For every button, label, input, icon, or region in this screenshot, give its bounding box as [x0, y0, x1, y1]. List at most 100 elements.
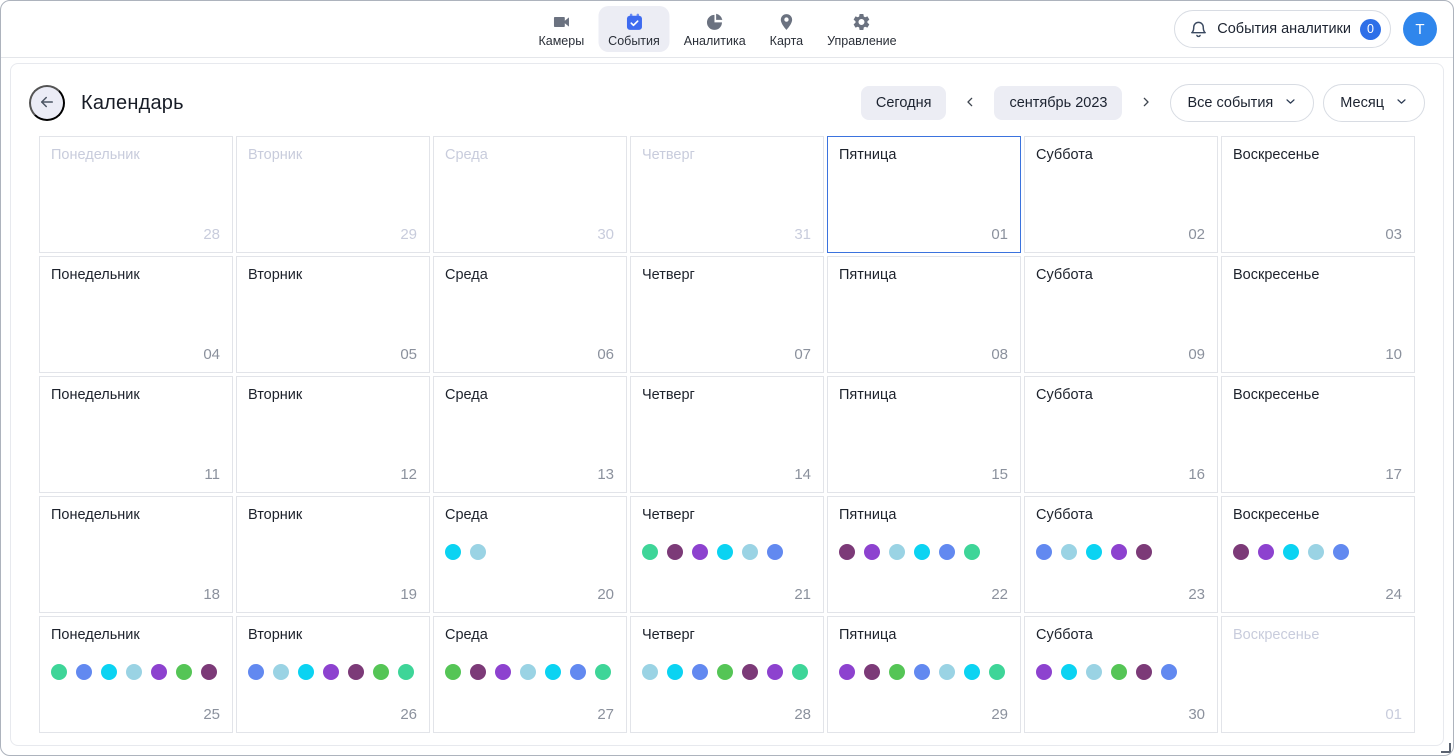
- day-label: Суббота: [1036, 387, 1093, 403]
- day-cell-23[interactable]: Суббота23: [1024, 496, 1218, 613]
- event-dot-paleblue: [742, 544, 758, 560]
- nav-item-management[interactable]: Управление: [817, 6, 907, 53]
- nav-item-cameras[interactable]: Камеры: [528, 6, 594, 53]
- event-dot-cornflower: [939, 544, 955, 560]
- day-cell-05[interactable]: Вторник05: [236, 256, 430, 373]
- day-cell-19[interactable]: Вторник19: [236, 496, 430, 613]
- event-dot-green: [889, 664, 905, 680]
- day-cell-20[interactable]: Среда20: [433, 496, 627, 613]
- window-resize-grip[interactable]: [1441, 743, 1451, 753]
- event-dot-plum: [348, 664, 364, 680]
- event-dots: [1233, 544, 1349, 560]
- day-label: Суббота: [1036, 147, 1093, 163]
- day-cell-12[interactable]: Вторник12: [236, 376, 430, 493]
- day-number: 01: [991, 226, 1008, 243]
- event-dot-cyan: [1086, 544, 1102, 560]
- day-label: Среда: [445, 387, 488, 403]
- day-number: 08: [991, 346, 1008, 363]
- day-cell-01[interactable]: Пятница 01: [827, 136, 1021, 253]
- day-cell-28[interactable]: Четверг28: [630, 616, 824, 733]
- analytics-events-button[interactable]: События аналитики 0: [1174, 10, 1391, 48]
- day-cell-21[interactable]: Четверг21: [630, 496, 824, 613]
- day-number: 06: [597, 346, 614, 363]
- day-cell-02[interactable]: Суббота 02: [1024, 136, 1218, 253]
- day-cell-30[interactable]: Суббота30: [1024, 616, 1218, 733]
- nav-item-events[interactable]: События: [598, 6, 670, 53]
- event-dot-cyan: [1061, 664, 1077, 680]
- day-cell-14[interactable]: Четверг14: [630, 376, 824, 493]
- day-label: Понедельник: [51, 147, 140, 163]
- day-cell-16[interactable]: Суббота 16: [1024, 376, 1218, 493]
- day-cell-31[interactable]: Четверг31: [630, 136, 824, 253]
- nav-item-label: Аналитика: [684, 35, 746, 48]
- avatar[interactable]: T: [1403, 12, 1437, 46]
- day-cell-09[interactable]: Суббота09: [1024, 256, 1218, 373]
- day-label: Пятница: [839, 267, 896, 283]
- event-dot-paleblue: [470, 544, 486, 560]
- day-number: 02: [1188, 226, 1205, 243]
- day-cell-07[interactable]: Четверг07: [630, 256, 824, 373]
- day-cell-01[interactable]: Воскресенье01: [1221, 616, 1415, 733]
- event-dots: [51, 664, 217, 680]
- today-button[interactable]: Сегодня: [861, 86, 947, 120]
- nav-item-analytics[interactable]: Аналитика: [674, 6, 756, 53]
- day-label: Среда: [445, 267, 488, 283]
- prev-month-button[interactable]: [955, 88, 985, 118]
- map-pin-icon: [776, 12, 796, 32]
- calendar-icon: [624, 12, 644, 32]
- event-filter-dropdown[interactable]: Все события: [1170, 84, 1314, 122]
- event-dot-cornflower: [76, 664, 92, 680]
- gear-icon: [852, 12, 872, 32]
- day-cell-25[interactable]: Понедельник25: [39, 616, 233, 733]
- day-cell-03[interactable]: Воскресенье03: [1221, 136, 1415, 253]
- day-cell-22[interactable]: Пятница22: [827, 496, 1021, 613]
- chevron-down-icon: [1395, 95, 1408, 112]
- day-number: 07: [794, 346, 811, 363]
- day-cell-26[interactable]: Вторник26: [236, 616, 430, 733]
- nav-item-label: Карта: [770, 35, 803, 48]
- event-dot-violet: [323, 664, 339, 680]
- day-cell-29[interactable]: Вторник29: [236, 136, 430, 253]
- nav-item-label: Камеры: [538, 35, 584, 48]
- day-cell-27[interactable]: Среда 27: [433, 616, 627, 733]
- day-number: 31: [794, 226, 811, 243]
- view-mode-dropdown[interactable]: Месяц: [1323, 84, 1425, 122]
- day-cell-06[interactable]: Среда 06: [433, 256, 627, 373]
- nav-item-map[interactable]: Карта: [760, 6, 813, 53]
- day-cell-15[interactable]: Пятница15: [827, 376, 1021, 493]
- event-dot-plum: [864, 664, 880, 680]
- day-label: Воскресенье: [1233, 387, 1319, 403]
- day-cell-10[interactable]: Воскресенье10: [1221, 256, 1415, 373]
- day-cell-04[interactable]: Понедельник04: [39, 256, 233, 373]
- day-cell-30[interactable]: Среда30: [433, 136, 627, 253]
- day-label: Среда: [445, 147, 488, 163]
- day-cell-18[interactable]: Понедельник18: [39, 496, 233, 613]
- event-dot-cornflower: [914, 664, 930, 680]
- next-month-button[interactable]: [1131, 88, 1161, 118]
- event-dot-green: [1111, 664, 1127, 680]
- back-button[interactable]: [29, 85, 65, 121]
- day-cell-11[interactable]: Понедельник11: [39, 376, 233, 493]
- day-cell-08[interactable]: Пятница 08: [827, 256, 1021, 373]
- day-number: 04: [203, 346, 220, 363]
- day-cell-13[interactable]: Среда13: [433, 376, 627, 493]
- day-number: 16: [1188, 466, 1205, 483]
- day-label: Пятница: [839, 147, 896, 163]
- day-label: Понедельник: [51, 507, 140, 523]
- event-dot-violet: [1258, 544, 1274, 560]
- day-cell-29[interactable]: Пятница29: [827, 616, 1021, 733]
- calendar-grid: Понедельник28Вторник29Среда30Четверг31Пя…: [39, 136, 1415, 733]
- day-cell-17[interactable]: Воскресенье17: [1221, 376, 1415, 493]
- top-nav: Камеры События Аналитика Карта Управление: [528, 6, 906, 53]
- event-dot-cornflower: [767, 544, 783, 560]
- day-label: Воскресенье: [1233, 627, 1319, 643]
- day-cell-28[interactable]: Понедельник28: [39, 136, 233, 253]
- day-number: 05: [400, 346, 417, 363]
- day-cell-24[interactable]: Воскресенье24: [1221, 496, 1415, 613]
- event-dot-paleblue: [1061, 544, 1077, 560]
- month-selector[interactable]: сентябрь 2023: [994, 86, 1122, 120]
- day-number: 22: [991, 586, 1008, 603]
- day-label: Среда: [445, 627, 488, 643]
- day-number: 27: [597, 706, 614, 723]
- event-dot-violet: [1111, 544, 1127, 560]
